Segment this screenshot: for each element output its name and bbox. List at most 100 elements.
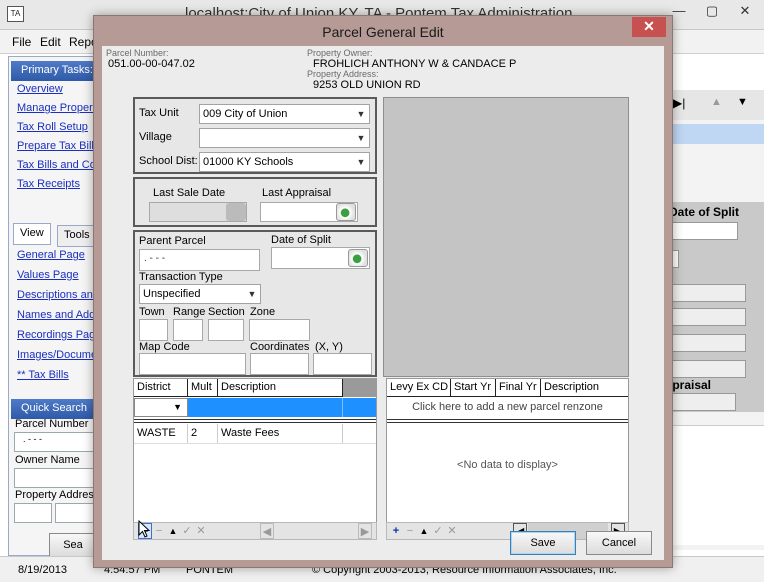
parcel-number-caption: Parcel Number: (106, 48, 169, 58)
calendar-icon[interactable] (336, 203, 356, 221)
bg-appraisal-field[interactable] (669, 393, 736, 411)
task-manage-property[interactable]: Manage Property (17, 102, 101, 114)
column-header-district[interactable]: District (134, 379, 188, 397)
column-header-renzone-description[interactable]: Description (541, 379, 628, 397)
new-row-selection[interactable] (188, 398, 376, 417)
view-values-page[interactable]: Values Page (17, 269, 101, 281)
scroll-right-icon[interactable]: ▶ (358, 523, 372, 539)
bg-field[interactable] (669, 360, 746, 378)
table-row[interactable]: WASTE 2 Waste Fees (134, 424, 376, 444)
column-header-final-yr[interactable]: Final Yr (496, 379, 541, 397)
chevron-down-icon[interactable]: ▼ (247, 287, 257, 301)
village-combo[interactable]: ▼ (199, 128, 370, 148)
move-down-icon[interactable]: ▼ (737, 96, 748, 108)
town-field[interactable] (139, 319, 168, 341)
tab-view[interactable]: View (13, 223, 51, 245)
column-header-mult[interactable]: Mult (188, 379, 218, 397)
coordinates-xy-label: (X, Y) (315, 341, 343, 353)
remove-row-icon[interactable]: − (403, 523, 417, 539)
map-code-field[interactable] (139, 353, 246, 375)
move-up-icon[interactable]: ▲ (166, 523, 180, 539)
save-button[interactable]: Save (510, 531, 576, 555)
last-appraisal-field[interactable] (260, 202, 358, 222)
task-overview[interactable]: Overview (17, 83, 101, 95)
cancel-button[interactable]: Cancel (586, 531, 652, 555)
parcel-image-panel (383, 97, 629, 377)
bg-field[interactable] (669, 284, 746, 302)
coordinate-y-field[interactable] (313, 353, 372, 375)
cancel-edit-icon[interactable]: ✕ (445, 523, 459, 539)
view-descriptions[interactable]: Descriptions and (17, 289, 101, 301)
menu-file[interactable]: File (12, 35, 31, 49)
sale-panel: Last Sale Date Last Appraisal (133, 177, 377, 227)
coordinate-x-field[interactable] (250, 353, 309, 375)
parent-parcel-field[interactable]: . - - - (139, 249, 260, 271)
property-address-label: Property Address (15, 489, 100, 501)
quick-search-address-street-combo[interactable] (55, 503, 96, 523)
range-field[interactable] (173, 319, 203, 341)
column-header-levy-ex-cd[interactable]: Levy Ex CD (387, 379, 451, 397)
chevron-down-icon[interactable]: ▼ (356, 131, 366, 145)
task-tax-roll-setup[interactable]: Tax Roll Setup (17, 121, 101, 133)
parcel-number-label: Parcel Number (15, 418, 89, 430)
village-label: Village (139, 131, 172, 143)
view-tax-bills[interactable]: ** Tax Bills (17, 369, 101, 381)
quick-search-owner-input[interactable] (14, 468, 96, 488)
calendar-icon[interactable] (348, 249, 368, 267)
add-row-icon[interactable]: + (389, 523, 403, 539)
transaction-type-combo[interactable]: Unspecified ▼ (139, 284, 261, 304)
school-dist-label: School Dist: (139, 155, 198, 167)
tab-tools[interactable]: Tools (57, 225, 97, 247)
task-tax-receipts[interactable]: Tax Receipts (17, 178, 101, 190)
new-row-district-combo[interactable]: ▼ (134, 398, 188, 417)
quick-search-address-number-input[interactable] (14, 503, 52, 523)
date-of-split-field[interactable] (271, 247, 370, 269)
cancel-edit-icon[interactable]: ✕ (194, 523, 208, 539)
menu-edit[interactable]: Edit (40, 35, 61, 49)
quick-search-button[interactable]: Sea (49, 533, 97, 557)
bg-field[interactable] (669, 308, 746, 326)
move-up-icon[interactable]: ▲ (711, 96, 722, 108)
bg-field[interactable] (669, 334, 746, 352)
chevron-down-icon[interactable]: ▼ (356, 107, 366, 121)
selected-row-highlight (665, 124, 764, 144)
transaction-type-label: Transaction Type (139, 271, 223, 283)
chevron-down-icon[interactable]: ▼ (173, 402, 182, 412)
move-up-icon[interactable]: ▲ (417, 523, 431, 539)
range-label: Range (173, 306, 206, 318)
school-dist-combo[interactable]: 01000 KY Schools ▼ (199, 152, 370, 172)
task-prepare-tax-bills[interactable]: Prepare Tax Bills (17, 140, 101, 152)
remove-row-icon[interactable]: − (152, 523, 166, 539)
last-record-icon[interactable]: ▶| (673, 96, 685, 110)
zone-field[interactable] (249, 319, 310, 341)
view-names-addresses[interactable]: Names and Addr (17, 309, 101, 321)
dialog-close-button[interactable]: ✕ (632, 17, 666, 37)
quick-search-parcel-input[interactable]: . - - - (14, 432, 96, 452)
task-tax-bills-collections[interactable]: Tax Bills and Co (17, 159, 101, 171)
tax-unit-value: 009 City of Union (203, 108, 288, 120)
chevron-down-icon[interactable]: ▼ (356, 155, 366, 169)
maximize-button[interactable]: ▢ (697, 0, 727, 24)
bg-date-of-split-label: Date of Split (669, 205, 740, 219)
view-images-documents[interactable]: Images/Docume (17, 349, 101, 361)
primary-tasks-header[interactable]: Primary Tasks: (11, 61, 97, 81)
confirm-icon[interactable]: ✓ (180, 523, 194, 539)
scroll-left-icon[interactable]: ◀ (260, 523, 274, 539)
bg-date-of-split-field[interactable] (669, 222, 738, 240)
section-field[interactable] (208, 319, 244, 341)
parcel-number-value: 051.00-00-047.02 (108, 58, 195, 70)
background-right-panel: ▶| ▲ ▼ Date of Split ppraisal (665, 90, 764, 550)
window-close-button[interactable]: ✕ (730, 0, 760, 24)
confirm-icon[interactable]: ✓ (431, 523, 445, 539)
tax-unit-combo[interactable]: 009 City of Union ▼ (199, 104, 370, 124)
column-header-start-yr[interactable]: Start Yr (451, 379, 496, 397)
map-code-label: Map Code (139, 341, 190, 353)
quick-search-header[interactable]: Quick Search (11, 399, 97, 419)
view-general-page[interactable]: General Page (17, 249, 101, 261)
record-nav-bar: ▶| ▲ ▼ (665, 90, 764, 120)
view-recordings-page[interactable]: Recordings Page (17, 329, 101, 341)
column-header-description[interactable]: Description (218, 379, 343, 397)
row-separator (387, 419, 628, 423)
town-label: Town (139, 306, 165, 318)
add-new-renzone-row[interactable]: Click here to add a new parcel renzone (387, 398, 628, 418)
